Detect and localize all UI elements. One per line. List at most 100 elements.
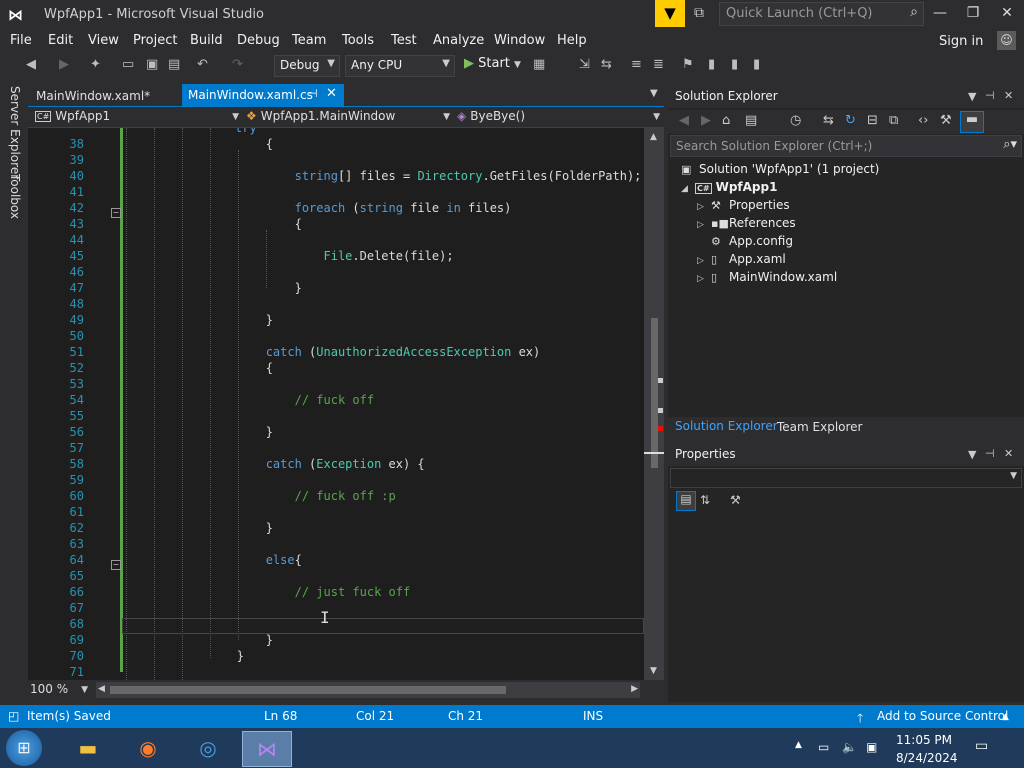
solution-explorer-search-input[interactable]: Search Solution Explorer (Ctrl+;) ⌕▾ [670, 135, 1022, 157]
code-line[interactable]: foreach (string file in files) [179, 201, 512, 215]
collapsed-arrow-icon[interactable]: ▷ [697, 220, 711, 230]
tree-item-app-config[interactable]: ⚙ App.config [711, 234, 793, 248]
menu-build[interactable]: Build [190, 33, 223, 48]
step-into-icon[interactable]: ⇲ [579, 57, 590, 72]
pin-panel-icon[interactable]: ⊣ [985, 447, 995, 460]
clock-time[interactable]: 11:05 PM [896, 733, 952, 747]
switch-views-icon[interactable]: ▤ [745, 113, 757, 128]
tab-solution-explorer[interactable]: Solution Explorer [675, 419, 778, 433]
code-line[interactable]: } [179, 521, 273, 535]
collapsed-arrow-icon[interactable]: ▷ [697, 274, 711, 284]
refresh-icon[interactable]: ↻ [845, 113, 856, 128]
tree-item-solution[interactable]: ▣ Solution 'WpfApp1' (1 project) [681, 162, 879, 176]
code-editor[interactable]: try 38 {39 40 string[] files = Directory.… [28, 128, 644, 680]
code-line[interactable]: } [179, 633, 273, 647]
code-line[interactable]: File.Delete(file); [179, 249, 454, 263]
undo-icon[interactable]: ↶ [197, 57, 208, 72]
firefox-taskbar-icon[interactable]: ◉ [124, 731, 172, 765]
collapse-all-icon[interactable]: ⊟ [867, 113, 878, 128]
new-project-icon[interactable]: ✦ [90, 57, 101, 72]
navigate-forward-icon[interactable]: ▶ [59, 57, 69, 72]
menu-window[interactable]: Window [494, 33, 545, 48]
panel-dropdown-icon[interactable]: ▼ [968, 90, 976, 103]
network-icon[interactable]: ▭ [818, 740, 829, 754]
start-menu-icon[interactable]: ⊞ [6, 730, 42, 766]
forward-icon[interactable]: ▶ [701, 113, 711, 128]
menu-tools[interactable]: Tools [342, 33, 374, 48]
navigate-back-icon[interactable]: ◀ [26, 57, 36, 72]
menu-view[interactable]: View [88, 33, 119, 48]
clear-bookmarks-icon[interactable]: ▮ [753, 57, 760, 72]
member-navigation-dropdown[interactable]: ◈ ByeBye() ▼ [457, 109, 660, 123]
code-line[interactable]: else{ [179, 553, 302, 567]
visual-studio-taskbar-icon[interactable]: ⋈ [242, 731, 292, 767]
tab-team-explorer[interactable]: Team Explorer [777, 420, 863, 434]
view-code-icon[interactable]: ‹› [918, 113, 928, 128]
comment-lines-icon[interactable]: ≡ [631, 57, 642, 72]
close-panel-icon[interactable]: ✕ [1004, 447, 1013, 460]
save-all-icon[interactable]: ▤ [168, 57, 180, 72]
collapsed-arrow-icon[interactable]: ▷ [697, 256, 711, 266]
sync-with-active-document-icon[interactable]: ⇆ [823, 113, 834, 128]
preview-selected-items-icon[interactable]: ▬ [960, 111, 984, 133]
start-debugging-button[interactable]: ▶ Start ▼ [464, 56, 521, 71]
pending-changes-filter-icon[interactable]: ◷ [790, 113, 801, 128]
close-panel-icon[interactable]: ✕ [1004, 89, 1013, 102]
menu-help[interactable]: Help [557, 33, 587, 48]
class-navigation-dropdown[interactable]: ❖ WpfApp1.MainWindow ▼ [246, 109, 450, 123]
toolbox-tab[interactable]: Toolbox [8, 174, 22, 219]
tab-list-dropdown-icon[interactable]: ▼ [650, 88, 658, 99]
tree-item-references[interactable]: ▷ ▪■References [697, 216, 796, 230]
bookmark-icon[interactable]: ⚑ [682, 57, 694, 72]
quick-launch-input[interactable]: Quick Launch (Ctrl+Q) ⌕ [719, 2, 924, 26]
collapse-region-icon[interactable]: − [111, 560, 121, 570]
notifications-icon[interactable]: ▭ [975, 738, 988, 754]
tree-item-project[interactable]: ◢ C# WpfApp1 [681, 180, 777, 194]
home-icon[interactable]: ⌂ [722, 113, 730, 128]
feedback-icon[interactable]: ⧉ [694, 5, 704, 21]
expanded-arrow-icon[interactable]: ◢ [681, 184, 695, 194]
code-line[interactable]: string[] files = Directory.GetFiles(Fold… [179, 169, 642, 183]
panel-dropdown-icon[interactable]: ▼ [968, 448, 976, 461]
code-line[interactable]: catch (UnauthorizedAccessException ex) [179, 345, 541, 359]
solution-configuration-select[interactable]: Debug ▼ [274, 55, 340, 77]
scrollbar-thumb[interactable] [651, 318, 658, 468]
scroll-right-icon[interactable]: ▶ [631, 684, 638, 694]
open-file-icon[interactable]: ▭ [122, 57, 134, 72]
zoom-level-select[interactable]: 100 % ▼ [30, 682, 88, 698]
menu-debug[interactable]: Debug [237, 33, 280, 48]
account-icon[interactable]: ☺ [997, 31, 1016, 50]
code-line[interactable]: } [179, 281, 302, 295]
tab-mainwindow-xaml[interactable]: MainWindow.xaml* [30, 86, 150, 106]
show-hidden-icons-icon[interactable]: ▲ [795, 740, 802, 750]
menu-analyze[interactable]: Analyze [433, 33, 484, 48]
menu-file[interactable]: File [10, 33, 32, 48]
browser-link-icon[interactable]: ▦ [533, 57, 545, 72]
maximize-button[interactable]: ❐ [961, 5, 985, 21]
properties-wrench-icon[interactable]: ⚒ [940, 113, 952, 128]
code-line[interactable]: } [179, 313, 273, 327]
tab-mainwindow-xaml-cs[interactable]: MainWindow.xaml.cs ⊣ ✕ [182, 84, 344, 106]
close-window-button[interactable]: ✕ [995, 5, 1019, 21]
code-line[interactable]: { [179, 361, 273, 375]
pin-panel-icon[interactable]: ⊣ [985, 89, 995, 102]
code-line[interactable]: } [179, 649, 244, 663]
minimize-button[interactable]: — [928, 5, 952, 21]
scroll-up-icon[interactable]: ▲ [650, 132, 657, 142]
categorized-icon[interactable]: ▤ [676, 491, 696, 511]
scrollbar-thumb[interactable] [110, 686, 506, 694]
add-to-source-control-button[interactable]: Add to Source Control [877, 709, 1008, 723]
show-all-files-icon[interactable]: ⧉ [889, 113, 898, 128]
volume-muted-icon[interactable]: 🔈 [842, 740, 857, 754]
code-line[interactable]: // fuck off :p [179, 489, 396, 503]
sign-in-link[interactable]: Sign in [939, 34, 983, 49]
action-center-flag-icon[interactable]: ▣ [866, 740, 877, 754]
project-navigation-dropdown[interactable]: C# WpfApp1 ▼ [35, 109, 239, 123]
tree-item-app-xaml[interactable]: ▷ ▯ App.xaml [697, 252, 786, 266]
collapse-region-icon[interactable]: − [111, 208, 121, 218]
code-line[interactable]: // fuck off [179, 393, 374, 407]
pin-tab-icon[interactable]: ⊣ [308, 87, 318, 100]
step-over-icon[interactable]: ⇆ [601, 57, 612, 72]
code-line[interactable]: } [179, 425, 273, 439]
properties-object-select[interactable]: ▼ [670, 468, 1022, 488]
